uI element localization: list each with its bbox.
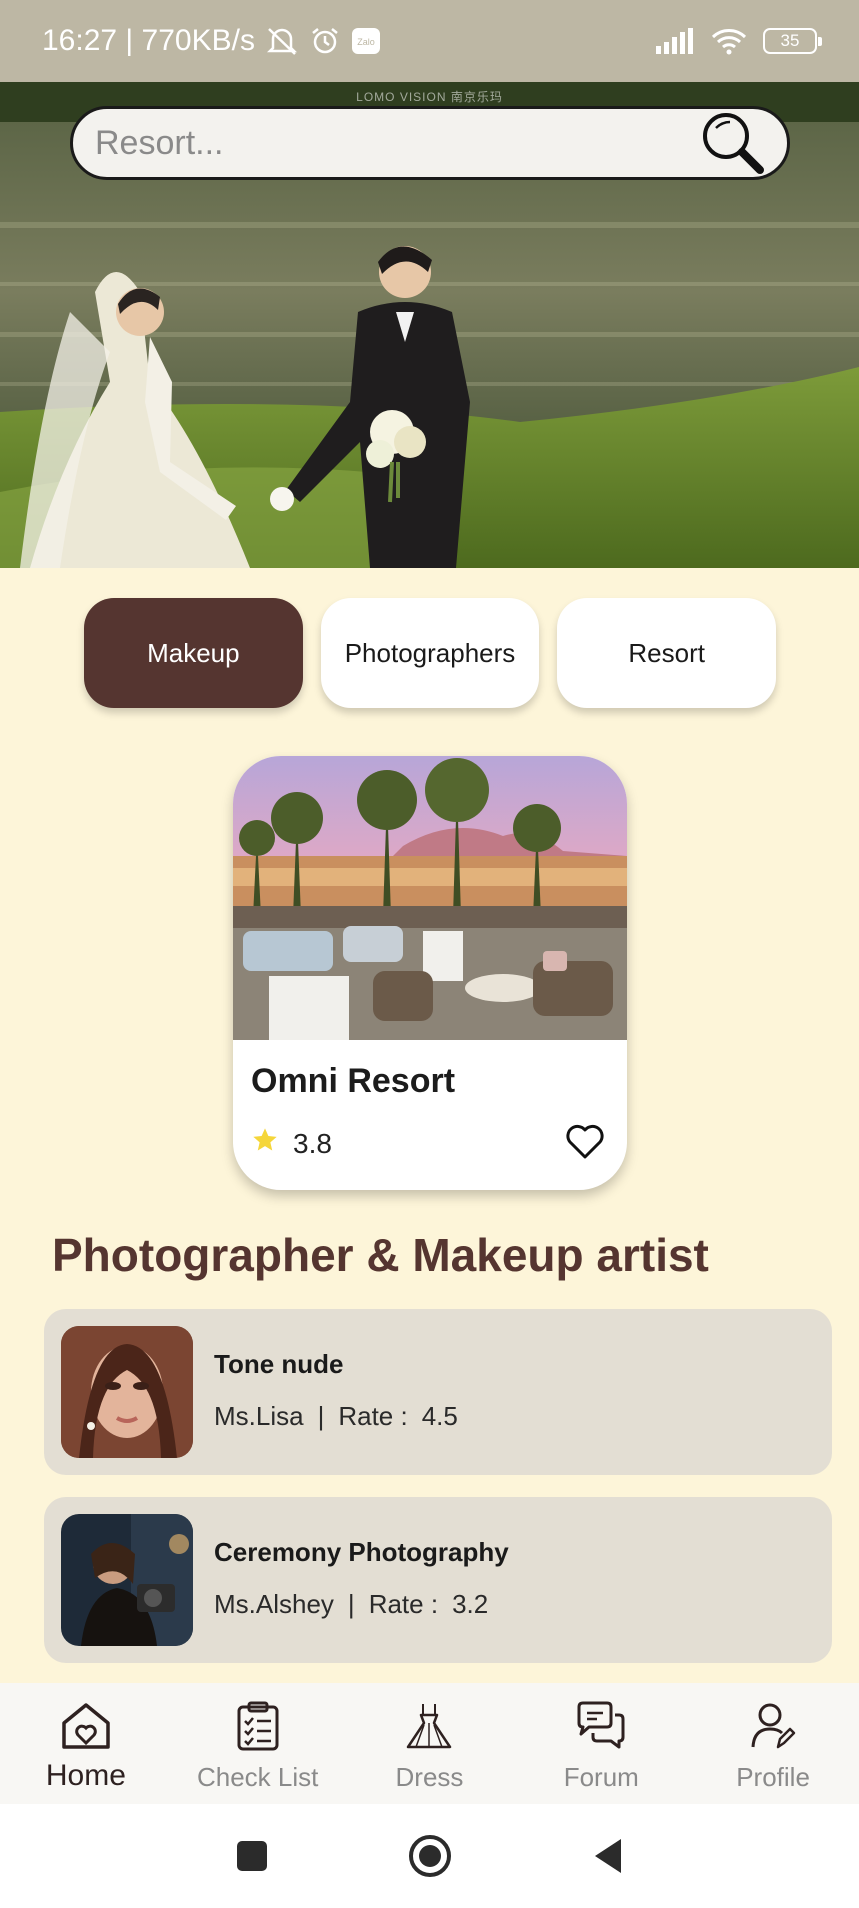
zalo-icon: Zalo (351, 27, 381, 55)
hero-banner: LOMO VISION 南京乐玛 (0, 82, 859, 568)
featured-rating: 3.8 (251, 1126, 332, 1161)
profile-icon (750, 1701, 796, 1758)
mute-icon (265, 26, 299, 56)
nav-home-label: Home (45, 1759, 126, 1792)
bottom-nav: Home Check List Dress Forum Profile (0, 1683, 859, 1804)
section-title: Photographer & Makeup artist (52, 1229, 709, 1281)
tab-photographers[interactable]: Photographers (320, 598, 540, 708)
nav-profile[interactable]: Profile (698, 1701, 848, 1793)
hero-watermark: LOMO VISION 南京乐玛 (356, 90, 503, 104)
artist-name: Ms.Lisa (214, 1401, 304, 1431)
search-bar (70, 106, 790, 180)
nav-checklist-label: Check List (196, 1762, 319, 1792)
resort-image (233, 756, 627, 1040)
rate-value: 3.2 (452, 1589, 489, 1619)
featured-title: Omni Resort (251, 1062, 456, 1100)
artist-avatar (61, 1326, 193, 1458)
alarm-icon (309, 26, 341, 56)
nav-dress[interactable]: Dress (354, 1701, 504, 1793)
status-bar: 16:27 | 770KB/s Zalo 35 (0, 0, 859, 82)
battery-indicator: 35 (763, 28, 822, 54)
artist-name: Ms.Alshey (214, 1589, 334, 1619)
search-icon[interactable] (697, 109, 767, 177)
rate-value: 4.5 (421, 1401, 458, 1431)
tab-resort[interactable]: Resort (557, 598, 777, 708)
star-icon (251, 1126, 279, 1161)
artist-avatar (61, 1514, 193, 1646)
search-input[interactable] (95, 123, 697, 163)
nav-home[interactable]: Home (11, 1701, 161, 1793)
artist-card[interactable]: Tone nude Ms.Lisa | Rate : 4.5 (44, 1309, 832, 1475)
checklist-icon (235, 1701, 281, 1758)
svg-text:Zalo: Zalo (357, 37, 375, 47)
nav-checklist[interactable]: Check List (183, 1701, 333, 1793)
nav-forum[interactable]: Forum (526, 1701, 676, 1793)
android-system-bar (0, 1804, 859, 1908)
wifi-icon (711, 27, 747, 55)
nav-profile-label: Profile (736, 1762, 810, 1792)
signal-icon (655, 28, 695, 54)
forum-icon (575, 1701, 627, 1758)
artist-meta: Ms.Lisa | Rate : 4.5 (214, 1401, 458, 1432)
back-button[interactable] (583, 1831, 633, 1881)
artist-meta: Ms.Alshey | Rate : 3.2 (214, 1589, 488, 1620)
heart-icon[interactable] (565, 1124, 605, 1165)
rating-value: 3.8 (293, 1127, 332, 1159)
tab-makeup[interactable]: Makeup (84, 598, 303, 708)
artist-card[interactable]: Ceremony Photography Ms.Alshey | Rate : … (44, 1497, 832, 1663)
status-left: 16:27 | 770KB/s Zalo (42, 24, 381, 58)
home-system-button[interactable] (405, 1831, 455, 1881)
category-tabs: Makeup Photographers Resort (84, 598, 777, 708)
recent-apps-button[interactable] (227, 1831, 277, 1881)
nav-forum-label: Forum (563, 1762, 639, 1792)
status-right: 35 (655, 27, 822, 55)
dress-icon (406, 1701, 452, 1758)
featured-resort-card[interactable]: Omni Resort 3.8 (233, 756, 627, 1190)
meta-separator: | (317, 1401, 325, 1431)
artist-service: Ceremony Photography (214, 1537, 509, 1567)
artist-service: Tone nude (214, 1349, 344, 1379)
status-time-speed: 16:27 | 770KB/s (42, 24, 255, 57)
home-icon (60, 1701, 112, 1759)
rate-label: Rate : (368, 1589, 439, 1619)
rate-label: Rate : (338, 1401, 408, 1431)
nav-dress-label: Dress (395, 1762, 464, 1792)
meta-separator: | (347, 1589, 355, 1619)
